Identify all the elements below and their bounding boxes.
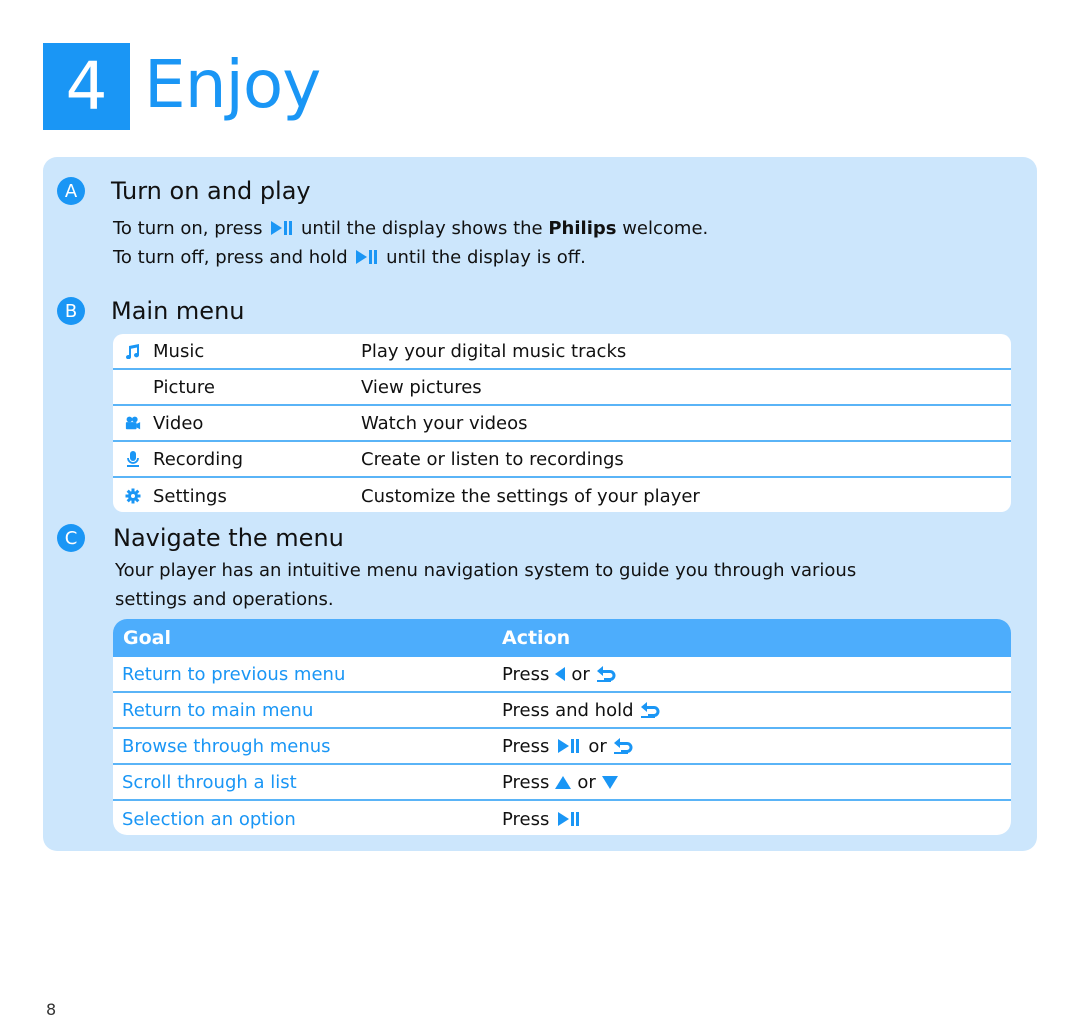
action-cell: Press bbox=[502, 809, 582, 830]
action-or-label: or bbox=[588, 735, 607, 757]
intro-line-1: Your player has an intuitive menu naviga… bbox=[115, 560, 857, 581]
menu-item-name: Picture bbox=[153, 376, 215, 398]
action-cell: Press or bbox=[502, 772, 618, 793]
menu-item-description: Watch your videos bbox=[361, 412, 528, 434]
down-arrow-icon bbox=[601, 775, 618, 789]
section-c-intro: Your player has an intuitive menu naviga… bbox=[115, 556, 856, 614]
turn-on-prefix: To turn on, press bbox=[113, 218, 263, 239]
table-row: Return to main menu Press and hold bbox=[113, 693, 1011, 729]
section-a-badge: A bbox=[57, 177, 85, 205]
menu-item-name: Music bbox=[153, 340, 205, 362]
page-title: Enjoy bbox=[144, 45, 321, 123]
video-camera-icon bbox=[125, 415, 141, 431]
section-b-badge: B bbox=[57, 297, 85, 325]
goal-cell: Return to previous menu bbox=[122, 663, 346, 685]
goal-cell: Selection an option bbox=[122, 808, 296, 830]
table-header: Goal Action bbox=[113, 619, 1011, 657]
section-a-heading: A Turn on and play bbox=[57, 177, 311, 205]
section-c-badge: C bbox=[57, 524, 85, 552]
action-or-label: or bbox=[571, 663, 590, 685]
play-pause-icon bbox=[558, 812, 580, 826]
goal-cell: Browse through menus bbox=[122, 735, 331, 757]
step-number-box: 4 bbox=[43, 43, 130, 130]
main-menu-table: Music Play your digital music tracks Pic… bbox=[113, 334, 1011, 512]
menu-item-name: Video bbox=[153, 412, 204, 434]
table-row: Scroll through a list Press or bbox=[113, 765, 1011, 801]
section-a-text: To turn on, press until the display show… bbox=[113, 214, 708, 272]
menu-row-music: Music Play your digital music tracks bbox=[113, 334, 1011, 370]
play-pause-icon bbox=[271, 221, 293, 235]
menu-item-description: Play your digital music tracks bbox=[361, 340, 627, 362]
turn-on-suffix: welcome. bbox=[622, 218, 709, 239]
play-pause-icon bbox=[558, 739, 580, 753]
section-b-heading: B Main menu bbox=[57, 297, 245, 325]
table-row: Selection an option Press bbox=[113, 801, 1011, 835]
menu-row-recording: Recording Create or listen to recordings bbox=[113, 442, 1011, 478]
back-icon bbox=[640, 702, 660, 718]
navigation-table: Goal Action Return to previous menu Pres… bbox=[113, 619, 1011, 835]
menu-row-settings: Settings Customize the settings of your … bbox=[113, 478, 1011, 512]
action-press-label: Press bbox=[502, 735, 550, 757]
back-icon bbox=[613, 738, 633, 754]
table-row: Return to previous menu Press or bbox=[113, 657, 1011, 693]
action-cell: Press or bbox=[502, 736, 637, 757]
menu-row-video: Video Watch your videos bbox=[113, 406, 1011, 442]
section-a-title: Turn on and play bbox=[111, 177, 311, 205]
gear-icon bbox=[125, 488, 141, 504]
play-pause-icon bbox=[356, 250, 378, 264]
page-number: 8 bbox=[46, 1000, 57, 1019]
action-press-label: Press and hold bbox=[502, 699, 634, 721]
turn-off-suffix: until the display is off. bbox=[386, 247, 586, 268]
microphone-icon bbox=[125, 451, 141, 467]
turn-off-prefix: To turn off, press and hold bbox=[113, 247, 348, 268]
back-icon bbox=[596, 666, 616, 682]
music-note-icon bbox=[125, 343, 141, 359]
menu-item-name: Recording bbox=[153, 448, 244, 470]
up-arrow-icon bbox=[555, 775, 572, 789]
action-press-label: Press bbox=[502, 663, 550, 685]
goal-column-header: Goal bbox=[123, 627, 171, 649]
turn-on-line: To turn on, press until the display show… bbox=[113, 214, 708, 243]
action-press-label: Press bbox=[502, 771, 550, 793]
table-row: Browse through menus Press or bbox=[113, 729, 1011, 765]
turn-on-mid: until the display shows the bbox=[300, 218, 543, 239]
menu-item-description: Customize the settings of your player bbox=[361, 485, 700, 507]
menu-item-description: View pictures bbox=[361, 376, 482, 398]
section-b-title: Main menu bbox=[111, 297, 245, 325]
turn-off-line: To turn off, press and hold until the di… bbox=[113, 243, 708, 272]
left-arrow-icon bbox=[555, 667, 566, 681]
action-cell: Press and hold bbox=[502, 700, 664, 721]
section-c-title: Navigate the menu bbox=[113, 524, 344, 552]
section-c-heading: C Navigate the menu bbox=[57, 524, 344, 552]
action-cell: Press or bbox=[502, 664, 620, 685]
goal-cell: Return to main menu bbox=[122, 699, 314, 721]
goal-cell: Scroll through a list bbox=[122, 771, 297, 793]
menu-item-description: Create or listen to recordings bbox=[361, 448, 624, 470]
menu-row-picture: Picture View pictures bbox=[113, 370, 1011, 406]
action-column-header: Action bbox=[502, 627, 571, 649]
page-heading: 4 Enjoy bbox=[43, 43, 321, 130]
brand-name: Philips bbox=[548, 218, 617, 239]
menu-item-name: Settings bbox=[153, 485, 227, 507]
intro-line-2: settings and operations. bbox=[115, 589, 334, 610]
action-or-label: or bbox=[577, 771, 596, 793]
action-press-label: Press bbox=[502, 808, 550, 830]
